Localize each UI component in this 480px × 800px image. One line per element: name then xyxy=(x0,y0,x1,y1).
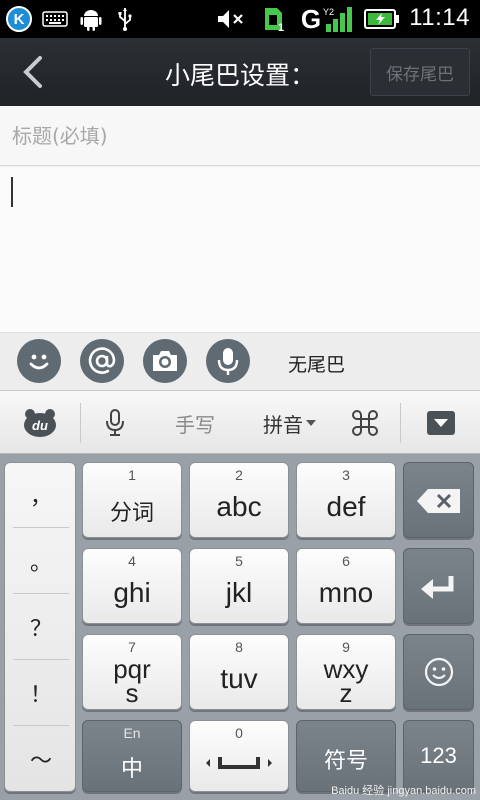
key-number: 2 xyxy=(235,467,243,483)
no-tail-label[interactable]: 无尾巴 xyxy=(288,350,345,377)
svg-text:2: 2 xyxy=(329,7,334,17)
key-3[interactable]: 3 def xyxy=(296,462,396,538)
title-input[interactable] xyxy=(12,120,462,152)
key-5[interactable]: 5 jkl xyxy=(189,548,289,624)
key-number: 3 xyxy=(342,467,350,483)
at-icon xyxy=(88,347,116,374)
punctuation-column: ， 。 ？ ！ ～ xyxy=(4,462,76,792)
divider xyxy=(400,403,401,443)
status-bar: K 1 G Y2 11:14 xyxy=(0,0,480,38)
title-bar: 小尾巴设置： 保存尾巴 xyxy=(0,38,480,106)
network-type: G xyxy=(300,3,322,34)
ime-candidate-bar: du 手写 拼音 xyxy=(0,390,480,454)
key-number: 1 xyxy=(128,467,136,483)
divider xyxy=(80,403,81,443)
mention-button[interactable] xyxy=(80,339,124,383)
language-switch-key[interactable]: En 中 xyxy=(82,720,182,792)
signal-icon: Y2 xyxy=(322,6,356,32)
voice-button[interactable] xyxy=(206,339,250,383)
divider xyxy=(13,593,69,594)
pinyin-mode-button[interactable]: 拼音 xyxy=(252,391,328,455)
key-label: 123 xyxy=(420,743,457,768)
key-number: 7 xyxy=(128,639,136,655)
key-label: wxyz xyxy=(323,654,369,708)
divider xyxy=(13,725,69,726)
punct-question-key[interactable]: ？ xyxy=(5,595,77,659)
key-4[interactable]: 4 ghi xyxy=(82,548,182,624)
key-label: tuv xyxy=(220,663,258,694)
key-9[interactable]: 9 wxyz xyxy=(296,634,396,710)
key-7[interactable]: 7 pqrs xyxy=(82,634,182,710)
key-sub-label: En xyxy=(123,725,141,741)
sim-badge: 1 xyxy=(278,22,284,32)
key-number: 0 xyxy=(235,725,243,741)
key-label: 分词 xyxy=(109,501,154,526)
key-label: jkl xyxy=(225,577,253,608)
mute-icon xyxy=(216,6,246,32)
voice-input-button[interactable] xyxy=(90,391,140,455)
ime-logo-text: du xyxy=(32,418,48,433)
hide-keyboard-button[interactable] xyxy=(416,391,466,455)
key-2[interactable]: 2 abc xyxy=(189,462,289,538)
backspace-key[interactable] xyxy=(403,462,474,538)
divider xyxy=(13,659,69,660)
baidu-bear-icon: du xyxy=(24,409,56,437)
sim-icon: 1 xyxy=(262,6,288,32)
enter-icon xyxy=(420,576,453,599)
command-menu-button[interactable] xyxy=(342,391,388,455)
key-number: 4 xyxy=(128,553,136,569)
battery-charging-icon xyxy=(364,6,400,32)
space-key[interactable]: 0 xyxy=(189,720,289,792)
android-icon xyxy=(80,6,102,32)
key-label: mno xyxy=(318,577,374,608)
collapse-down-icon xyxy=(427,411,455,435)
key-label: abc xyxy=(216,491,262,522)
divider xyxy=(13,527,69,528)
k-app-icon: K xyxy=(6,6,32,32)
backspace-icon xyxy=(416,489,460,513)
save-tail-button[interactable]: 保存尾巴 xyxy=(370,48,470,96)
watermark: Baidu 经验 jingyan.baidu.com xyxy=(331,785,476,797)
microphone-icon xyxy=(106,409,124,436)
punct-tilde-key[interactable]: ～ xyxy=(5,727,77,791)
text-cursor xyxy=(11,177,13,207)
key-8[interactable]: 8 tuv xyxy=(189,634,289,710)
key-label: 符号 xyxy=(323,749,368,774)
baidu-ime-logo-button[interactable]: du xyxy=(10,391,70,455)
punct-comma-key[interactable]: ， xyxy=(5,463,77,527)
key-label: def xyxy=(326,491,366,522)
key-1[interactable]: 1 分词 xyxy=(82,462,182,538)
smiley-icon xyxy=(424,657,453,687)
command-icon xyxy=(352,410,378,436)
t9-keyboard: ， 。 ？ ！ ～ 1 分词 2 abc 3 def 4 ghi 5 jkl 6… xyxy=(0,454,480,800)
usb-icon xyxy=(116,6,134,32)
enter-key[interactable] xyxy=(403,548,474,624)
body-textarea[interactable] xyxy=(0,167,480,332)
keyboard-icon xyxy=(42,6,68,32)
camera-button[interactable] xyxy=(143,339,187,383)
pinyin-label: 拼音 xyxy=(263,412,303,437)
camera-icon xyxy=(153,351,177,371)
compose-toolbar: 无尾巴 xyxy=(0,332,480,390)
punct-period-key[interactable]: 。 xyxy=(5,529,77,593)
emoji-key[interactable] xyxy=(403,634,474,710)
punct-exclaim-key[interactable]: ！ xyxy=(5,661,77,725)
title-field-row xyxy=(0,106,480,166)
key-number: 8 xyxy=(235,639,243,655)
microphone-icon xyxy=(217,348,239,375)
key-number: 5 xyxy=(235,553,243,569)
key-number: 6 xyxy=(342,553,350,569)
key-label: ghi xyxy=(113,577,151,608)
emoji-button[interactable] xyxy=(17,339,61,383)
handwrite-button[interactable]: 手写 xyxy=(160,391,230,455)
key-number: 9 xyxy=(342,639,350,655)
smiley-icon xyxy=(29,354,49,370)
dropdown-arrow-icon xyxy=(306,420,316,426)
key-label: pqrs xyxy=(113,654,151,708)
key-6[interactable]: 6 mno xyxy=(296,548,396,624)
space-bar-icon xyxy=(206,757,272,769)
clock: 11:14 xyxy=(409,4,470,31)
key-label: 中 xyxy=(120,757,143,782)
